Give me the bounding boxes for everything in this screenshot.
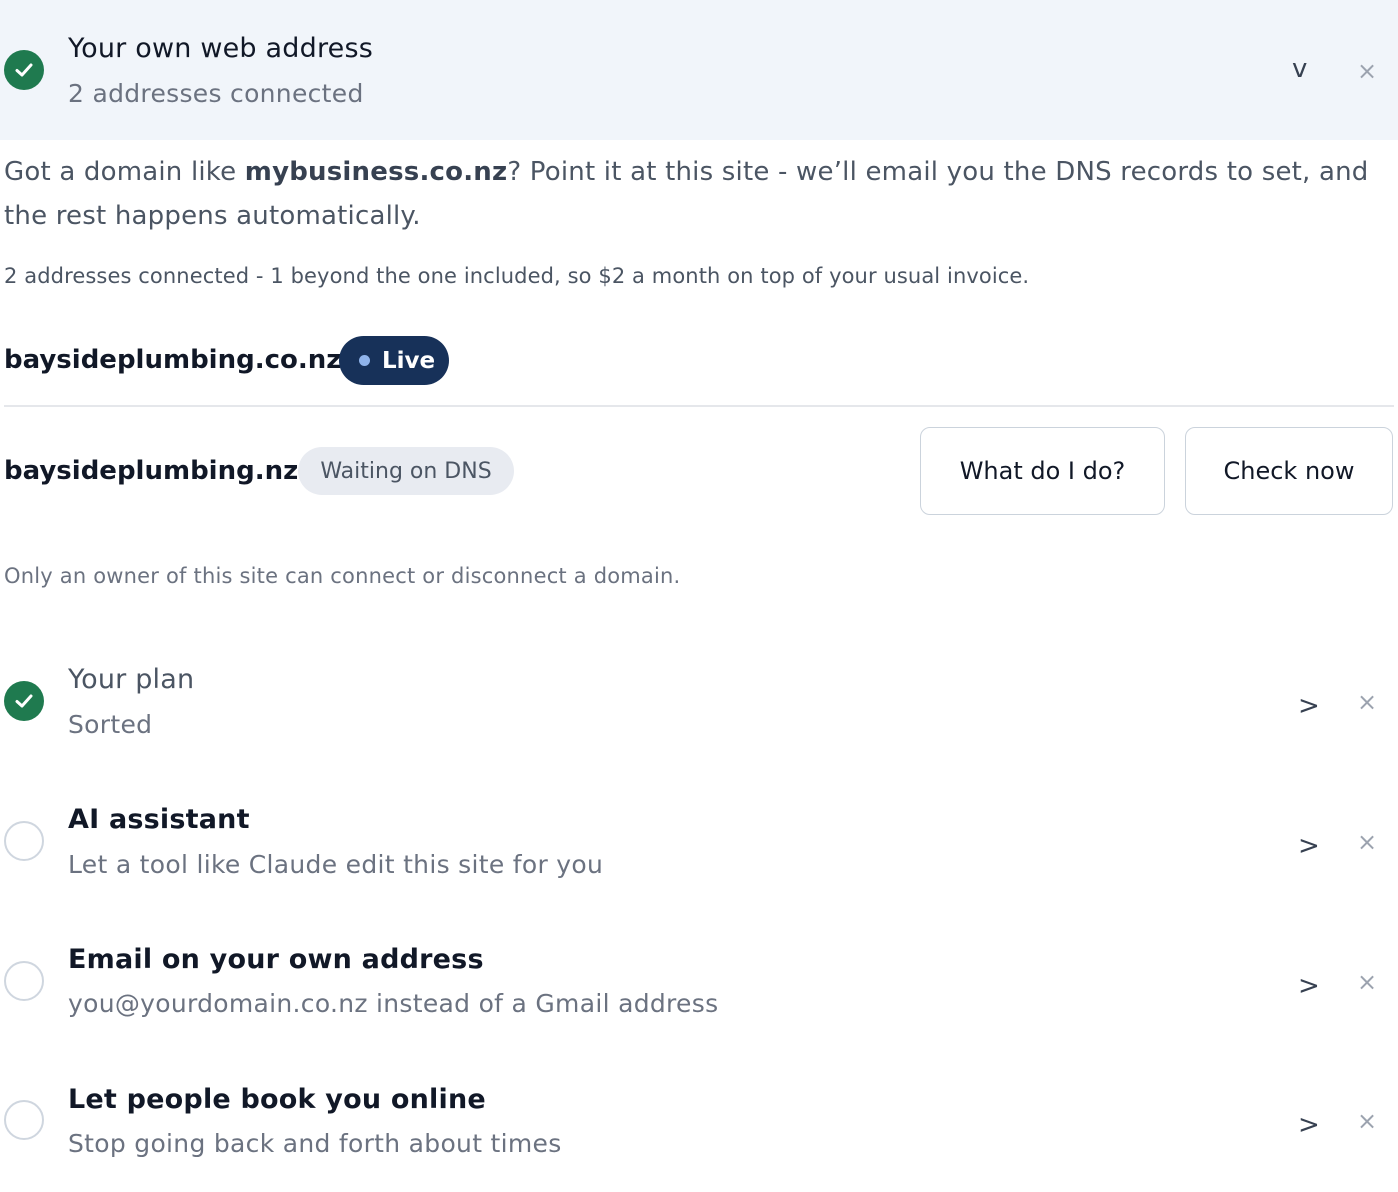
owner-note: Only an owner of this site can connect o…	[4, 564, 681, 588]
checklist-item-plan[interactable]: Your plan Sorted > ×	[0, 640, 1398, 770]
check-done-icon	[4, 681, 44, 721]
checklist-item-subtitle: Stop going back and forth about times	[68, 1129, 562, 1158]
chevron-right-icon[interactable]: >	[1298, 831, 1320, 861]
close-icon[interactable]: ×	[1357, 968, 1377, 996]
status-badge-live: Live	[339, 336, 449, 385]
close-icon[interactable]: ×	[1357, 57, 1377, 85]
domain-name: baysideplumbing.co.nz	[4, 345, 342, 375]
divider	[4, 405, 1394, 407]
help-button[interactable]: What do I do?	[920, 427, 1165, 515]
chevron-down-icon[interactable]: v	[1292, 54, 1307, 84]
chevron-right-icon[interactable]: >	[1298, 971, 1320, 1001]
checklist-item-booking[interactable]: Let people book you online Stop going ba…	[0, 1060, 1398, 1190]
domain-section-header[interactable]: Your own web address 2 addresses connect…	[0, 0, 1398, 140]
checklist-item-email[interactable]: Email on your own address you@yourdomain…	[0, 920, 1398, 1050]
chevron-right-icon[interactable]: >	[1298, 1110, 1320, 1140]
empty-circle-icon	[4, 961, 44, 1001]
example-domain: mybusiness.co.nz	[244, 157, 508, 187]
status-dot-icon	[359, 355, 370, 366]
domain-name: baysideplumbing.nz	[4, 456, 299, 486]
billing-note: 2 addresses connected - 1 beyond the one…	[4, 264, 1030, 288]
check-done-icon	[4, 50, 44, 90]
close-icon[interactable]: ×	[1357, 1107, 1377, 1135]
empty-circle-icon	[4, 821, 44, 861]
checklist-item-title: Let people book you online	[68, 1084, 486, 1115]
domain-section-subtitle: 2 addresses connected	[68, 79, 364, 108]
empty-circle-icon	[4, 1100, 44, 1140]
chevron-right-icon[interactable]: >	[1298, 691, 1320, 721]
checklist-item-title: Your plan	[68, 664, 195, 695]
checklist-item-title: AI assistant	[68, 804, 250, 835]
checklist-item-ai-assistant[interactable]: AI assistant Let a tool like Claude edit…	[0, 780, 1398, 910]
checklist-item-title: Email on your own address	[68, 944, 484, 975]
close-icon[interactable]: ×	[1357, 828, 1377, 856]
checklist-item-subtitle: Sorted	[68, 710, 153, 739]
domain-section-title: Your own web address	[68, 33, 374, 64]
status-badge-waiting: Waiting on DNS	[298, 447, 514, 495]
checklist-item-subtitle: Let a tool like Claude edit this site fo…	[68, 850, 604, 879]
check-now-button[interactable]: Check now	[1185, 427, 1393, 515]
domain-intro-text: Got a domain like mybusiness.co.nz? Poin…	[4, 157, 1369, 231]
checklist-item-subtitle: you@yourdomain.co.nz instead of a Gmail …	[68, 989, 719, 1018]
close-icon[interactable]: ×	[1357, 688, 1377, 716]
